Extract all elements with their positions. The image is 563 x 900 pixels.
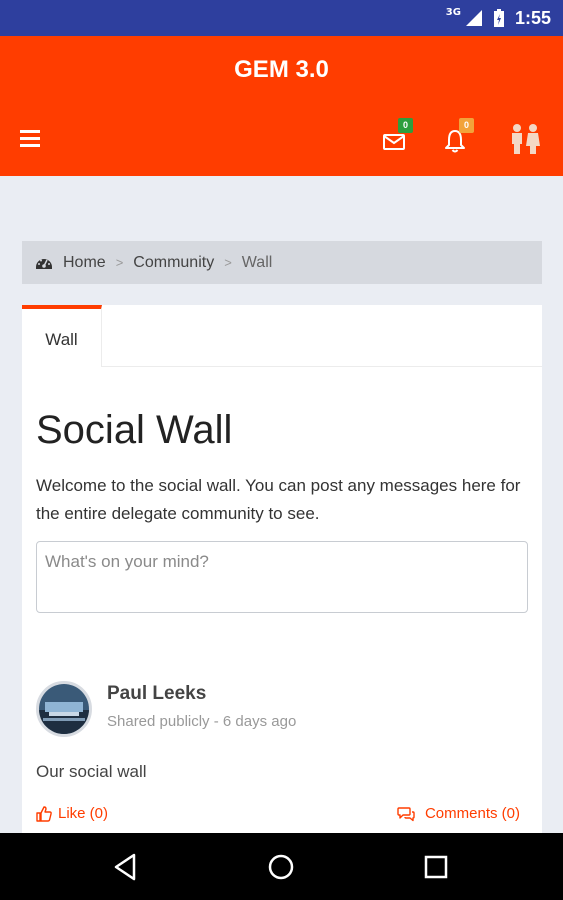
avatar-image	[39, 684, 89, 734]
messages-badge: 0	[398, 118, 413, 133]
thumbs-up-icon	[36, 805, 52, 822]
notifications-button[interactable]: 0	[443, 118, 474, 153]
breadcrumb-wall: Wall	[241, 253, 273, 271]
breadcrumb: Home > Community > Wall	[22, 241, 542, 284]
clock: 1:55	[514, 7, 551, 28]
messages-button[interactable]: 0	[382, 118, 413, 152]
comments-button[interactable]: Comments (0)	[397, 805, 520, 822]
breadcrumb-community[interactable]: Community	[133, 254, 214, 272]
dashboard-icon	[36, 258, 52, 269]
recents-icon	[424, 855, 448, 879]
app-title: GEM 3.0	[234, 56, 329, 83]
envelope-icon	[383, 134, 405, 150]
back-icon	[114, 853, 136, 881]
breadcrumb-home[interactable]: Home	[63, 254, 106, 272]
menu-button[interactable]	[20, 130, 42, 148]
recents-button[interactable]	[420, 851, 452, 883]
home-circle-icon	[268, 854, 294, 880]
tab-bar: Wall	[22, 305, 542, 367]
page-title: Social Wall	[36, 408, 233, 452]
app-header: GEM 3.0 0 0	[0, 36, 563, 176]
tab-wall[interactable]: Wall	[22, 305, 102, 367]
breadcrumb-separator: >	[224, 255, 232, 270]
avatar[interactable]	[36, 681, 92, 737]
signal-icon	[465, 10, 482, 26]
status-bar: 3G 1:55	[0, 0, 563, 36]
comments-icon	[397, 806, 415, 821]
like-label: Like (0)	[58, 805, 109, 822]
breadcrumb-separator: >	[115, 255, 124, 270]
battery-icon	[493, 9, 504, 27]
like-button[interactable]: Like (0)	[36, 805, 108, 822]
post-body: Our social wall	[36, 762, 147, 781]
back-button[interactable]	[110, 851, 142, 883]
wall-card: Wall Social Wall Welcome to the social w…	[22, 305, 542, 865]
post-meta: Shared publicly - 6 days ago	[107, 713, 297, 730]
post-input[interactable]	[36, 541, 528, 613]
notifications-badge: 0	[459, 118, 474, 133]
home-button[interactable]	[265, 851, 297, 883]
people-icon	[512, 124, 540, 154]
network-type: 3G	[445, 6, 461, 18]
people-button[interactable]	[508, 124, 542, 154]
system-nav-bar	[0, 833, 563, 900]
post-author[interactable]: Paul Leeks	[107, 683, 206, 705]
comments-label: Comments (0)	[424, 805, 520, 822]
intro-text: Welcome to the social wall. You can post…	[36, 476, 521, 523]
